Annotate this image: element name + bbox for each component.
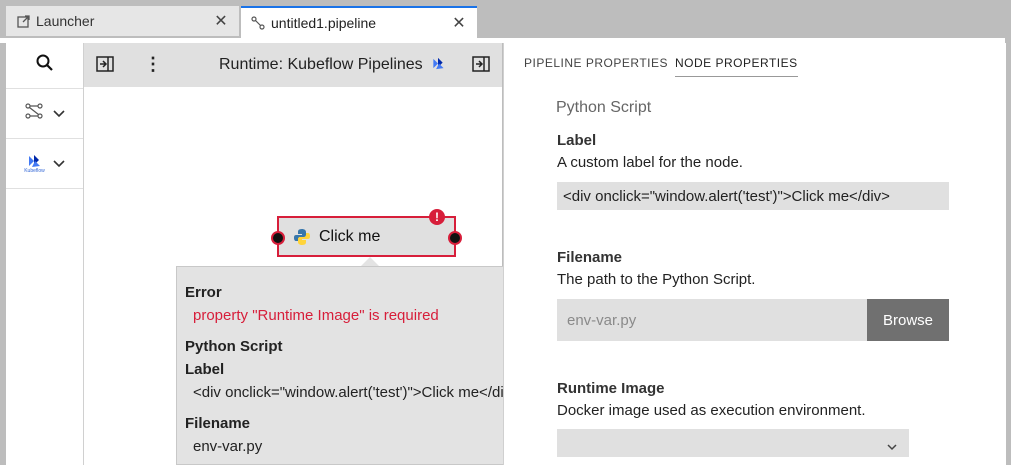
tooltip-label-value: <div onclick="window.alert('test')">Clic… bbox=[193, 384, 520, 401]
external-link-icon bbox=[16, 14, 30, 28]
tooltip-filename-heading: Filename bbox=[185, 415, 251, 432]
runtime-image-field-title: Runtime Image bbox=[557, 380, 665, 397]
label-field-description: A custom label for the node. bbox=[557, 154, 743, 171]
tab-pipeline-properties[interactable]: PIPELINE PROPERTIES bbox=[524, 56, 668, 70]
runtime-image-field-description: Docker image used as execution environme… bbox=[557, 402, 866, 419]
tooltip-type-heading: Python Script bbox=[185, 338, 283, 355]
components-button[interactable] bbox=[6, 89, 83, 139]
pipeline-node[interactable]: Click me bbox=[277, 216, 456, 257]
tooltip-error-message: property "Runtime Image" is required bbox=[193, 307, 439, 324]
pipeline-toolbar: ⋮ Runtime: Kubeflow Pipelines bbox=[84, 43, 502, 87]
more-options-icon[interactable]: ⋮ bbox=[144, 55, 162, 73]
close-icon[interactable]: ✕ bbox=[447, 13, 471, 33]
search-button[interactable] bbox=[6, 43, 83, 89]
chevron-down-icon bbox=[53, 155, 65, 173]
filename-field-title: Filename bbox=[557, 249, 623, 266]
runtime-image-select[interactable] bbox=[557, 429, 909, 457]
kubeflow-runtime-icon bbox=[430, 57, 446, 70]
search-icon bbox=[36, 54, 54, 77]
tab-node-properties[interactable]: NODE PROPERTIES bbox=[675, 56, 798, 77]
toggle-right-panel-icon[interactable] bbox=[472, 56, 490, 77]
browse-button[interactable]: Browse bbox=[867, 299, 949, 341]
chevron-down-icon bbox=[52, 105, 65, 123]
pipeline-icon bbox=[251, 16, 265, 30]
tab-label: untitled1.pipeline bbox=[271, 15, 377, 31]
label-input[interactable]: <div onclick="window.alert('test')">Clic… bbox=[557, 182, 949, 210]
toggle-left-panel-icon[interactable] bbox=[96, 56, 114, 77]
tab-launcher[interactable]: Launcher ✕ bbox=[6, 6, 239, 36]
palette-sidebar: Kubeflow bbox=[6, 43, 84, 465]
node-label: Click me bbox=[319, 227, 381, 245]
label-field-title: Label bbox=[557, 132, 597, 149]
kubeflow-button[interactable]: Kubeflow bbox=[6, 139, 83, 189]
kubeflow-caption: Kubeflow bbox=[24, 167, 45, 174]
input-port[interactable] bbox=[271, 231, 285, 245]
error-badge: ! bbox=[429, 209, 445, 225]
close-icon[interactable]: ✕ bbox=[209, 11, 233, 31]
tab-label: Launcher bbox=[36, 13, 95, 29]
tooltip-label-heading: Label bbox=[185, 361, 225, 378]
tab-pipeline[interactable]: untitled1.pipeline ✕ bbox=[241, 6, 477, 38]
runtime-label: Runtime: Kubeflow Pipelines bbox=[219, 56, 423, 73]
kubeflow-icon: Kubeflow bbox=[24, 154, 45, 174]
python-icon bbox=[293, 228, 311, 246]
chevron-down-icon bbox=[887, 438, 897, 455]
filename-field-description: The path to the Python Script. bbox=[557, 271, 756, 288]
section-title: Python Script bbox=[556, 99, 652, 116]
tooltip-error-heading: Error bbox=[185, 284, 222, 301]
properties-panel: PIPELINE PROPERTIES NODE PROPERTIES Pyth… bbox=[503, 43, 1006, 465]
node-tooltip: Error property "Runtime Image" is requir… bbox=[176, 266, 557, 465]
filename-input[interactable]: env-var.py bbox=[557, 299, 867, 341]
tooltip-filename-value: env-var.py bbox=[193, 438, 263, 455]
output-port[interactable] bbox=[448, 231, 462, 245]
pipeline-components-icon bbox=[24, 103, 45, 124]
